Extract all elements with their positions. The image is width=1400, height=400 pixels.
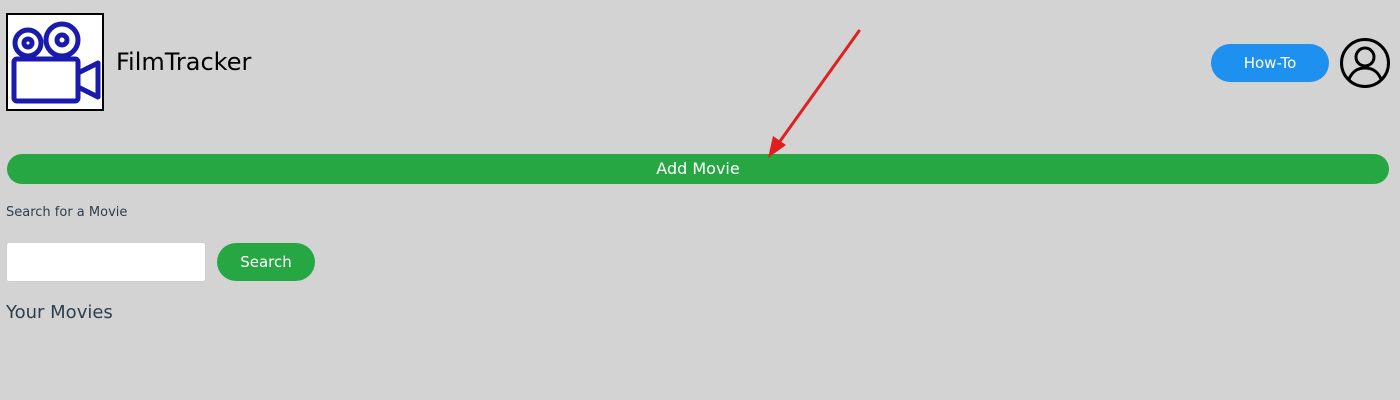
search-input[interactable]	[6, 242, 206, 282]
search-label: Search for a Movie	[6, 205, 128, 220]
app-logo	[6, 13, 104, 111]
user-account-icon[interactable]	[1339, 37, 1391, 89]
add-movie-button[interactable]: Add Movie	[7, 154, 1389, 184]
movie-camera-icon	[11, 21, 101, 104]
app-header: FilmTracker How-To	[0, 0, 1400, 120]
search-button[interactable]: Search	[217, 243, 315, 281]
app-title: FilmTracker	[116, 48, 252, 76]
your-movies-heading: Your Movies	[6, 302, 113, 323]
howto-button[interactable]: How-To	[1211, 44, 1329, 82]
